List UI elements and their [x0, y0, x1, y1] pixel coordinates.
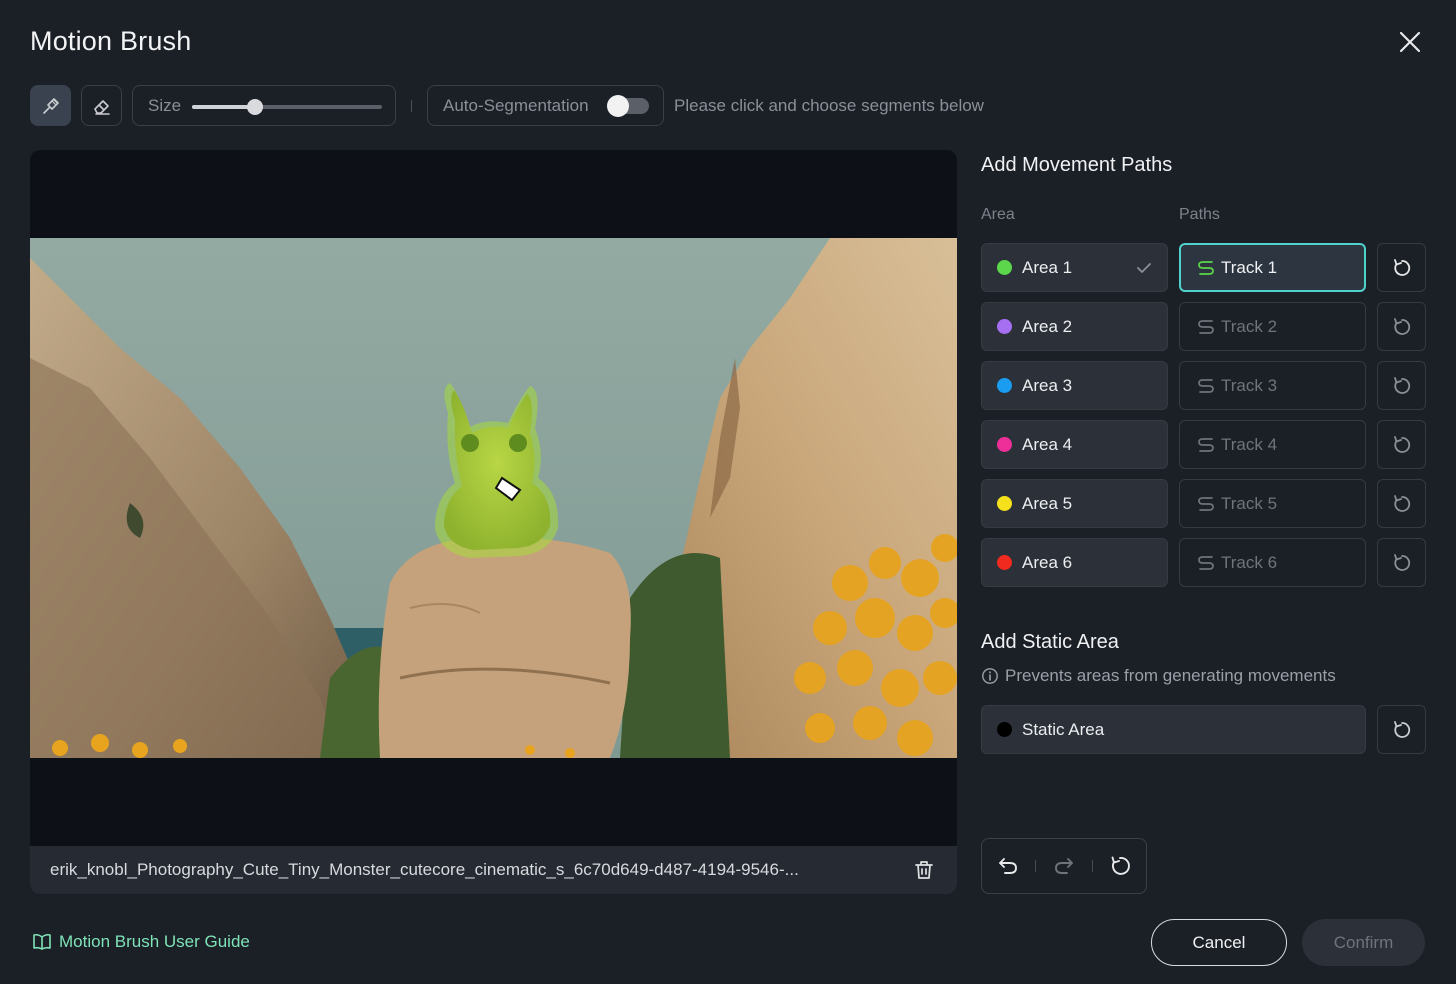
- path-icon: [1198, 496, 1214, 511]
- history-divider: [1035, 860, 1037, 872]
- track-label: Track 1: [1221, 257, 1278, 277]
- track-button-1[interactable]: Track 1: [1179, 243, 1366, 292]
- history-divider: [1091, 860, 1093, 872]
- auto-segmentation-toggle[interactable]: [607, 95, 649, 117]
- track-label: Track 6: [1221, 552, 1278, 572]
- cancel-button[interactable]: Cancel: [1151, 919, 1287, 966]
- path-icon: [1198, 378, 1214, 393]
- static-area-dot: [997, 722, 1012, 737]
- scene-image: [30, 238, 957, 758]
- brush-size-control: Size: [132, 85, 396, 126]
- area-label: Area 4: [1022, 434, 1073, 454]
- undo-icon[interactable]: [996, 854, 1020, 878]
- track-reset-button-5[interactable]: [1377, 479, 1426, 528]
- area-color-dot: [997, 260, 1012, 275]
- area-button-3[interactable]: Area 3: [981, 361, 1168, 410]
- reset-icon: [1393, 317, 1410, 335]
- track-label: Track 3: [1221, 375, 1278, 395]
- dialog-title: Motion Brush: [30, 26, 192, 56]
- size-slider-thumb[interactable]: [246, 99, 263, 115]
- reset-icon: [1393, 494, 1410, 512]
- track-reset-button-6[interactable]: [1377, 538, 1426, 587]
- static-area-hint-text: Prevents areas from generating movements: [1005, 666, 1336, 685]
- area-color-dot: [997, 437, 1012, 452]
- file-bar: erik_knobl_Photography_Cute_Tiny_Monster…: [30, 846, 957, 894]
- area-label: Area 5: [1022, 493, 1073, 513]
- path-icon: [1198, 319, 1214, 334]
- toggle-knob: [607, 95, 629, 117]
- area-color-dot: [997, 555, 1012, 570]
- reset-icon: [1393, 720, 1410, 738]
- track-reset-button-2[interactable]: [1377, 302, 1426, 351]
- static-area-reset-button[interactable]: [1377, 705, 1426, 754]
- area-label: Area 3: [1022, 375, 1073, 395]
- static-area-title: Add Static Area: [981, 631, 1119, 653]
- track-button-6[interactable]: Track 6: [1179, 538, 1366, 587]
- area-button-4[interactable]: Area 4: [981, 420, 1168, 469]
- track-label: Track 4: [1221, 434, 1278, 454]
- track-reset-button-3[interactable]: [1377, 361, 1426, 410]
- path-icon: [1198, 555, 1214, 570]
- static-area-button[interactable]: Static Area: [981, 705, 1366, 754]
- segmentation-hint: Please click and choose segments below: [674, 95, 984, 115]
- track-label: Track 2: [1221, 316, 1278, 336]
- file-name: erik_knobl_Photography_Cute_Tiny_Monster…: [50, 860, 799, 879]
- reset-icon: [1393, 376, 1410, 394]
- size-slider[interactable]: [192, 99, 382, 115]
- area-color-dot: [997, 319, 1012, 334]
- toolbar: Size Auto-Segmentation Please click and …: [30, 85, 984, 126]
- user-guide-link[interactable]: Motion Brush User Guide: [32, 932, 250, 952]
- static-area-label: Static Area: [1022, 719, 1105, 739]
- static-area-hint: Prevents areas from generating movements: [981, 666, 1336, 686]
- paths-column-header: Paths: [1179, 206, 1220, 223]
- auto-segmentation-label: Auto-Segmentation: [443, 95, 589, 115]
- user-guide-label: Motion Brush User Guide: [59, 932, 250, 951]
- track-button-4[interactable]: Track 4: [1179, 420, 1366, 469]
- area-column-header: Area: [981, 206, 1015, 223]
- reset-icon: [1393, 258, 1410, 276]
- auto-segmentation-control: Auto-Segmentation: [427, 85, 664, 126]
- track-reset-button-1[interactable]: [1377, 243, 1426, 292]
- eraser-tool-button[interactable]: [81, 85, 122, 126]
- track-button-3[interactable]: Track 3: [1179, 361, 1366, 410]
- area-label: Area 1: [1022, 257, 1073, 277]
- info-icon: [982, 668, 998, 684]
- track-label: Track 5: [1221, 493, 1278, 513]
- area-label: Area 6: [1022, 552, 1073, 572]
- path-icon: [1198, 260, 1214, 275]
- track-button-2[interactable]: Track 2: [1179, 302, 1366, 351]
- size-label: Size: [148, 95, 182, 115]
- area-label: Area 2: [1022, 316, 1073, 336]
- track-button-5[interactable]: Track 5: [1179, 479, 1366, 528]
- reset-icon: [1393, 435, 1410, 453]
- close-icon[interactable]: [1394, 26, 1426, 58]
- toolbar-divider: [411, 99, 412, 112]
- area-color-dot: [997, 496, 1012, 511]
- area-button-1[interactable]: Area 1: [981, 243, 1168, 292]
- confirm-button[interactable]: Confirm: [1302, 919, 1425, 966]
- trash-icon[interactable]: [913, 859, 935, 881]
- eraser-icon: [93, 99, 110, 115]
- reset-icon: [1393, 553, 1410, 571]
- image-canvas[interactable]: erik_knobl_Photography_Cute_Tiny_Monster…: [30, 150, 957, 894]
- size-slider-fill: [192, 105, 255, 109]
- movement-paths-title: Add Movement Paths: [981, 154, 1173, 176]
- book-icon: [33, 933, 51, 950]
- area-button-5[interactable]: Area 5: [981, 479, 1168, 528]
- history-controls: [981, 838, 1147, 894]
- area-button-2[interactable]: Area 2: [981, 302, 1168, 351]
- brush-icon: [42, 97, 59, 114]
- area-color-dot: [997, 378, 1012, 393]
- check-icon: [1137, 263, 1151, 273]
- track-reset-button-4[interactable]: [1377, 420, 1426, 469]
- path-icon: [1198, 437, 1214, 452]
- redo-icon[interactable]: [1052, 854, 1076, 878]
- area-button-6[interactable]: Area 6: [981, 538, 1168, 587]
- reset-all-icon[interactable]: [1108, 854, 1132, 878]
- brush-tool-button[interactable]: [30, 85, 71, 126]
